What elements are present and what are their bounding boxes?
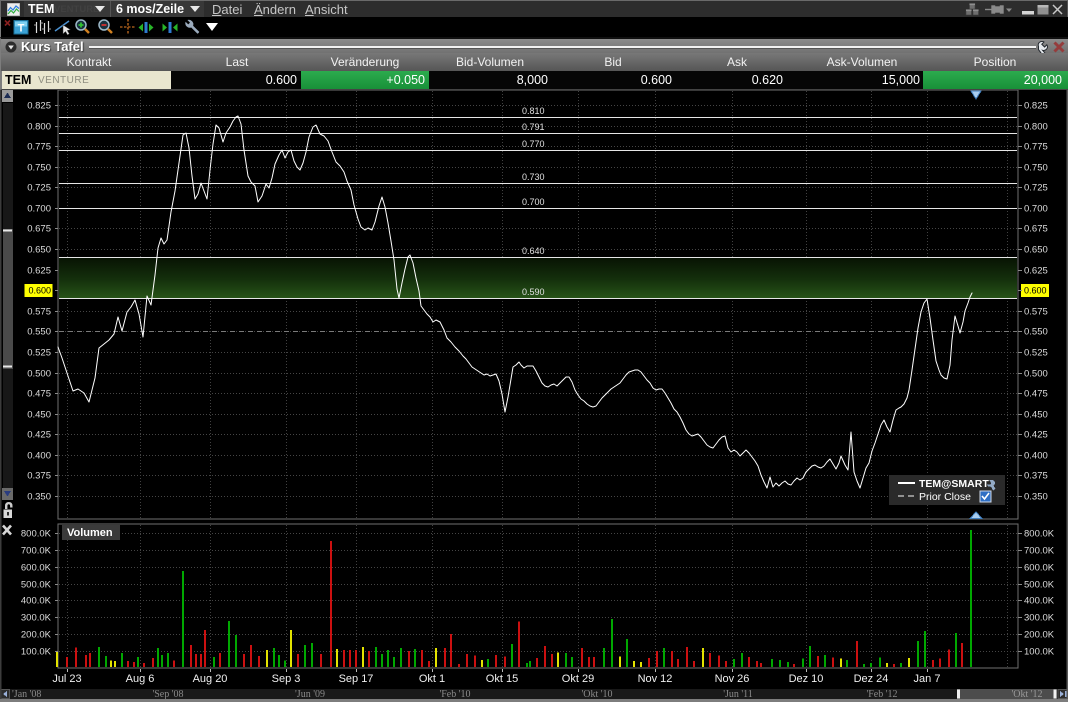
svg-text:'Jun '09: 'Jun '09 (295, 689, 325, 700)
svg-text:800.0K: 800.0K (1024, 529, 1055, 540)
svg-text:0.550: 0.550 (1024, 327, 1048, 338)
svg-text:0.700: 0.700 (1024, 204, 1048, 215)
svg-text:0.450: 0.450 (27, 410, 51, 421)
svg-text:TEM@SMART: TEM@SMART (919, 478, 989, 490)
svg-text:Nov 12: Nov 12 (638, 673, 673, 685)
svg-text:0.825: 0.825 (27, 101, 51, 112)
svg-text:'Sep '08: 'Sep '08 (152, 689, 183, 700)
svg-text:Jul 23: Jul 23 (52, 673, 81, 685)
svg-text:500.0K: 500.0K (1024, 580, 1055, 591)
svg-text:0.625: 0.625 (1024, 266, 1048, 277)
svg-text:Aug 6: Aug 6 (126, 673, 155, 685)
svg-text:300.0K: 300.0K (1024, 613, 1055, 624)
svg-text:0.500: 0.500 (1024, 369, 1048, 380)
svg-text:T: T (18, 23, 25, 35)
svg-text:0.475: 0.475 (1024, 389, 1048, 400)
svg-text:0.650: 0.650 (1024, 245, 1048, 256)
svg-text:700.0K: 700.0K (21, 546, 52, 557)
svg-text:600.0K: 600.0K (1024, 563, 1055, 574)
svg-text:0.550: 0.550 (27, 327, 51, 338)
svg-text:0.590: 0.590 (522, 287, 545, 297)
svg-text:400.0K: 400.0K (1024, 596, 1055, 607)
svg-text:Okt 29: Okt 29 (562, 673, 594, 685)
svg-text:0.640: 0.640 (522, 246, 545, 256)
svg-text:0.725: 0.725 (27, 183, 51, 194)
svg-text:600.0K: 600.0K (21, 563, 52, 574)
svg-text:0.800: 0.800 (27, 122, 51, 133)
svg-text:800.0K: 800.0K (21, 529, 52, 540)
svg-text:0.575: 0.575 (27, 307, 51, 318)
svg-text:'Jun '11: 'Jun '11 (723, 689, 753, 700)
svg-text:0.675: 0.675 (27, 224, 51, 235)
svg-text:0.425: 0.425 (1024, 430, 1048, 441)
svg-text:0.375: 0.375 (27, 471, 51, 482)
svg-text:Volumen: Volumen (67, 527, 113, 539)
svg-text:0.730: 0.730 (522, 172, 545, 182)
svg-text:0.675: 0.675 (1024, 224, 1048, 235)
svg-text:0.800: 0.800 (1024, 122, 1048, 133)
svg-text:0.725: 0.725 (1024, 183, 1048, 194)
svg-text:0.700: 0.700 (27, 204, 51, 215)
svg-text:0.825: 0.825 (1024, 101, 1048, 112)
svg-text:Aug 20: Aug 20 (193, 673, 228, 685)
svg-text:0.525: 0.525 (27, 348, 51, 359)
svg-text:0.600: 0.600 (1024, 286, 1047, 296)
svg-text:0.400: 0.400 (1024, 451, 1048, 462)
svg-text:0.791: 0.791 (522, 122, 545, 132)
svg-text:Jan 7: Jan 7 (914, 673, 941, 685)
svg-text:0.775: 0.775 (1024, 142, 1048, 153)
svg-text:0.625: 0.625 (27, 266, 51, 277)
svg-text:0.475: 0.475 (27, 389, 51, 400)
svg-text:0.775: 0.775 (27, 142, 51, 153)
svg-text:100.0K: 100.0K (1024, 647, 1055, 658)
svg-text:Okt 15: Okt 15 (486, 673, 518, 685)
svg-text:0.350: 0.350 (1024, 492, 1048, 503)
svg-text:0.400: 0.400 (27, 451, 51, 462)
svg-text:200.0K: 200.0K (1024, 630, 1055, 641)
svg-text:0.575: 0.575 (1024, 307, 1048, 318)
svg-text:0.500: 0.500 (27, 369, 51, 380)
svg-text:0.450: 0.450 (1024, 410, 1048, 421)
svg-text:Sep 17: Sep 17 (339, 673, 374, 685)
svg-text:Nov 26: Nov 26 (715, 673, 750, 685)
svg-text:'Okt '10: 'Okt '10 (581, 689, 612, 700)
svg-text:100.0K: 100.0K (21, 647, 52, 658)
svg-text:Prior Close: Prior Close (919, 491, 971, 503)
svg-text:300.0K: 300.0K (21, 613, 52, 624)
svg-text:500.0K: 500.0K (21, 580, 52, 591)
svg-text:0.425: 0.425 (27, 430, 51, 441)
svg-text:'Jan '08: 'Jan '08 (12, 689, 41, 700)
svg-text:0.350: 0.350 (27, 492, 51, 503)
svg-text:0.770: 0.770 (522, 139, 545, 149)
svg-text:0.375: 0.375 (1024, 471, 1048, 482)
svg-text:400.0K: 400.0K (21, 596, 52, 607)
svg-text:0.700: 0.700 (522, 197, 545, 207)
svg-text:200.0K: 200.0K (21, 630, 52, 641)
svg-text:Dez 10: Dez 10 (789, 673, 824, 685)
svg-text:0.810: 0.810 (522, 106, 545, 116)
svg-text:0.750: 0.750 (1024, 163, 1048, 174)
svg-text:0.650: 0.650 (27, 245, 51, 256)
svg-text:Dez 24: Dez 24 (854, 673, 889, 685)
svg-text:'Feb '10: 'Feb '10 (439, 689, 470, 700)
svg-text:0.600: 0.600 (28, 286, 51, 296)
svg-text:0.525: 0.525 (1024, 348, 1048, 359)
svg-text:'Feb '12: 'Feb '12 (866, 689, 897, 700)
svg-text:0.750: 0.750 (27, 163, 51, 174)
svg-text:'Okt '12: 'Okt '12 (1011, 689, 1042, 700)
svg-text:Sep 3: Sep 3 (272, 673, 301, 685)
svg-text:700.0K: 700.0K (1024, 546, 1055, 557)
svg-text:Okt 1: Okt 1 (419, 673, 445, 685)
